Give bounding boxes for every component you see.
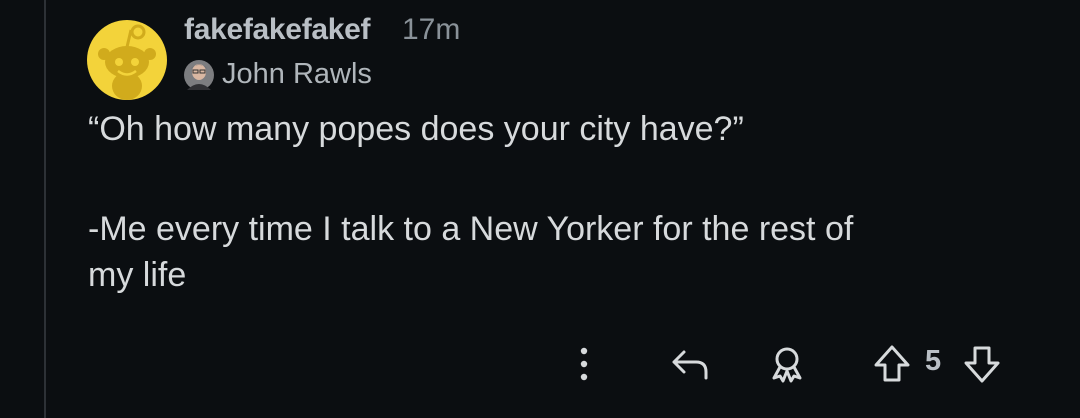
upvote-arrow-icon — [874, 345, 910, 382]
vote-count: 5 — [925, 345, 942, 377]
username-link[interactable]: fakefakefakef — [184, 13, 371, 47]
comment-body-line: -Me every time I talk to a New Yorker fo… — [88, 210, 854, 248]
comment-body-line: “Oh how many popes does your city have?” — [88, 110, 744, 148]
downvote-button[interactable] — [962, 342, 1002, 386]
reply-icon — [672, 350, 708, 380]
snoo-avatar-icon — [87, 20, 167, 100]
flair-portrait-icon — [184, 60, 214, 90]
award-button[interactable] — [765, 342, 809, 386]
thread-line[interactable] — [44, 0, 46, 418]
comment-body-line: my life — [88, 256, 187, 294]
user-avatar[interactable] — [87, 20, 167, 100]
award-icon — [772, 347, 802, 383]
more-vertical-icon — [580, 347, 588, 381]
comment-timestamp: 17m — [402, 13, 461, 46]
more-options-button[interactable] — [574, 342, 594, 386]
reply-button[interactable] — [668, 342, 712, 386]
comment-container: fakefakefakef 17m John Rawls “Oh how man… — [0, 0, 1080, 418]
upvote-button[interactable] — [872, 342, 912, 386]
user-flair: John Rawls — [222, 58, 372, 90]
downvote-arrow-icon — [964, 346, 1000, 383]
